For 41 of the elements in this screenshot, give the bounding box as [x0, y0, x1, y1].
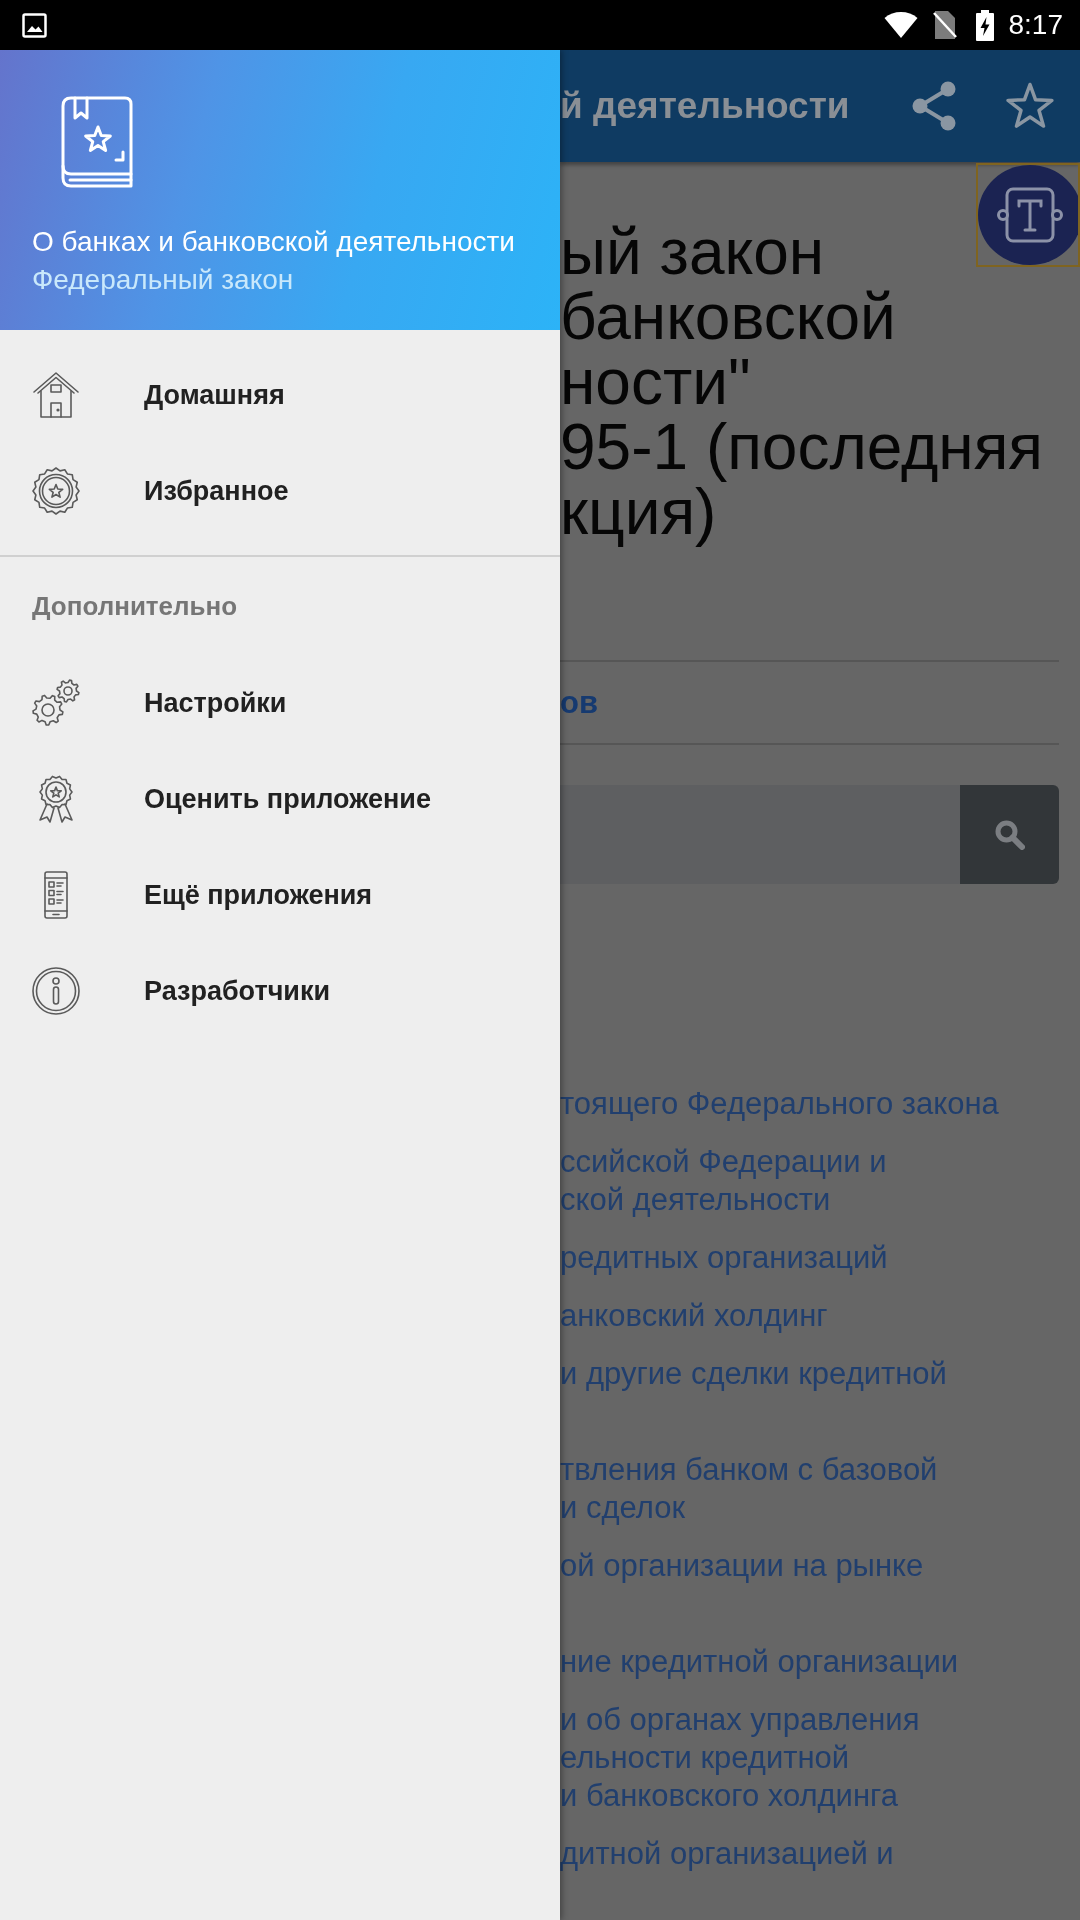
toolbar-title: й деятельности: [560, 85, 850, 127]
star-badge-icon: [32, 467, 80, 515]
section-heading: Дополнительно: [31, 589, 239, 623]
info-icon: [32, 967, 80, 1015]
contents-link[interactable]: и об органах управления ельности кредитной и банковского холдинга: [560, 1701, 1059, 1815]
star-icon: [1005, 82, 1055, 130]
gears-icon: [32, 679, 80, 727]
no-sim-icon: [932, 10, 957, 40]
drawer-menu-item[interactable]: Оценить приложение: [0, 751, 560, 847]
search-button[interactable]: [960, 785, 1059, 884]
image-icon: [22, 12, 47, 38]
search-field[interactable]: [560, 785, 960, 884]
book-star-icon: [61, 96, 133, 188]
share-icon: [910, 81, 958, 131]
contents-link[interactable]: ой организации на рынке: [560, 1547, 1059, 1623]
app-title: О банках и банковской деятельности: [32, 225, 516, 259]
favorite-button[interactable]: [1005, 82, 1055, 130]
text-format-icon: [997, 187, 1063, 243]
contents-link[interactable]: ние кредитной организации: [560, 1643, 1059, 1681]
contents-link[interactable]: дитной организацией и: [560, 1835, 1059, 1873]
app-subtitle: Федеральный закон: [32, 263, 295, 297]
drawer-menu-item[interactable]: Разработчики: [0, 943, 560, 1039]
text-format-button[interactable]: [976, 163, 1080, 267]
contents-link[interactable]: редитных организаций: [560, 1239, 1059, 1277]
contents-link[interactable]: тоящего Федерального закона: [560, 1085, 1059, 1123]
drawer-menu-item[interactable]: Избранное: [0, 443, 560, 539]
house-icon: [32, 371, 80, 419]
contents-link[interactable]: анковский холдинг: [560, 1297, 1059, 1335]
battery-charging-icon: [975, 9, 994, 41]
clock-time: 8:17: [1008, 9, 1063, 41]
drawer-menu-item[interactable]: Домашняя: [0, 347, 560, 443]
share-button[interactable]: [910, 81, 958, 131]
wifi-icon: [883, 12, 918, 38]
document-title: ый закон банковской ности" 95-1 (последняя кция): [560, 220, 1044, 545]
contents-link[interactable]: ссийской Федерации и ской деятельности: [560, 1143, 1059, 1219]
drawer-menu-item[interactable]: Настройки: [0, 655, 560, 751]
contents-link[interactable]: и другие сделки кредитной: [560, 1355, 1059, 1431]
contents-link[interactable]: твления банком с базовой и сделок: [560, 1451, 1059, 1527]
search-icon: [994, 819, 1025, 850]
section-link[interactable]: ов: [560, 684, 598, 721]
drawer-menu-item[interactable]: Ещё приложения: [0, 847, 560, 943]
